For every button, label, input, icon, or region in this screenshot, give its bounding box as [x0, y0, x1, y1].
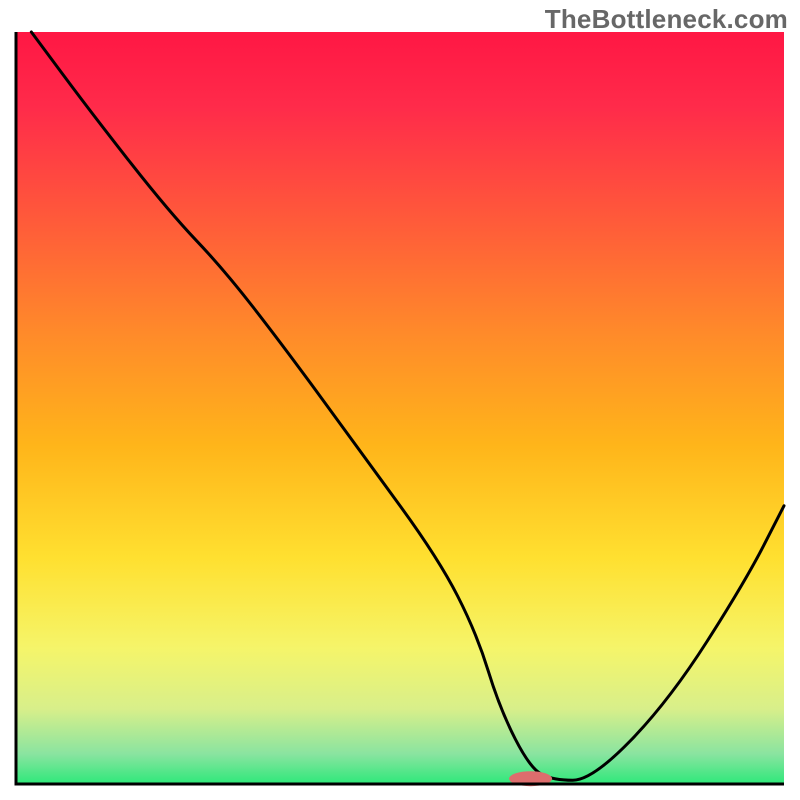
plot-background	[16, 32, 784, 784]
bottleneck-chart	[0, 0, 800, 800]
